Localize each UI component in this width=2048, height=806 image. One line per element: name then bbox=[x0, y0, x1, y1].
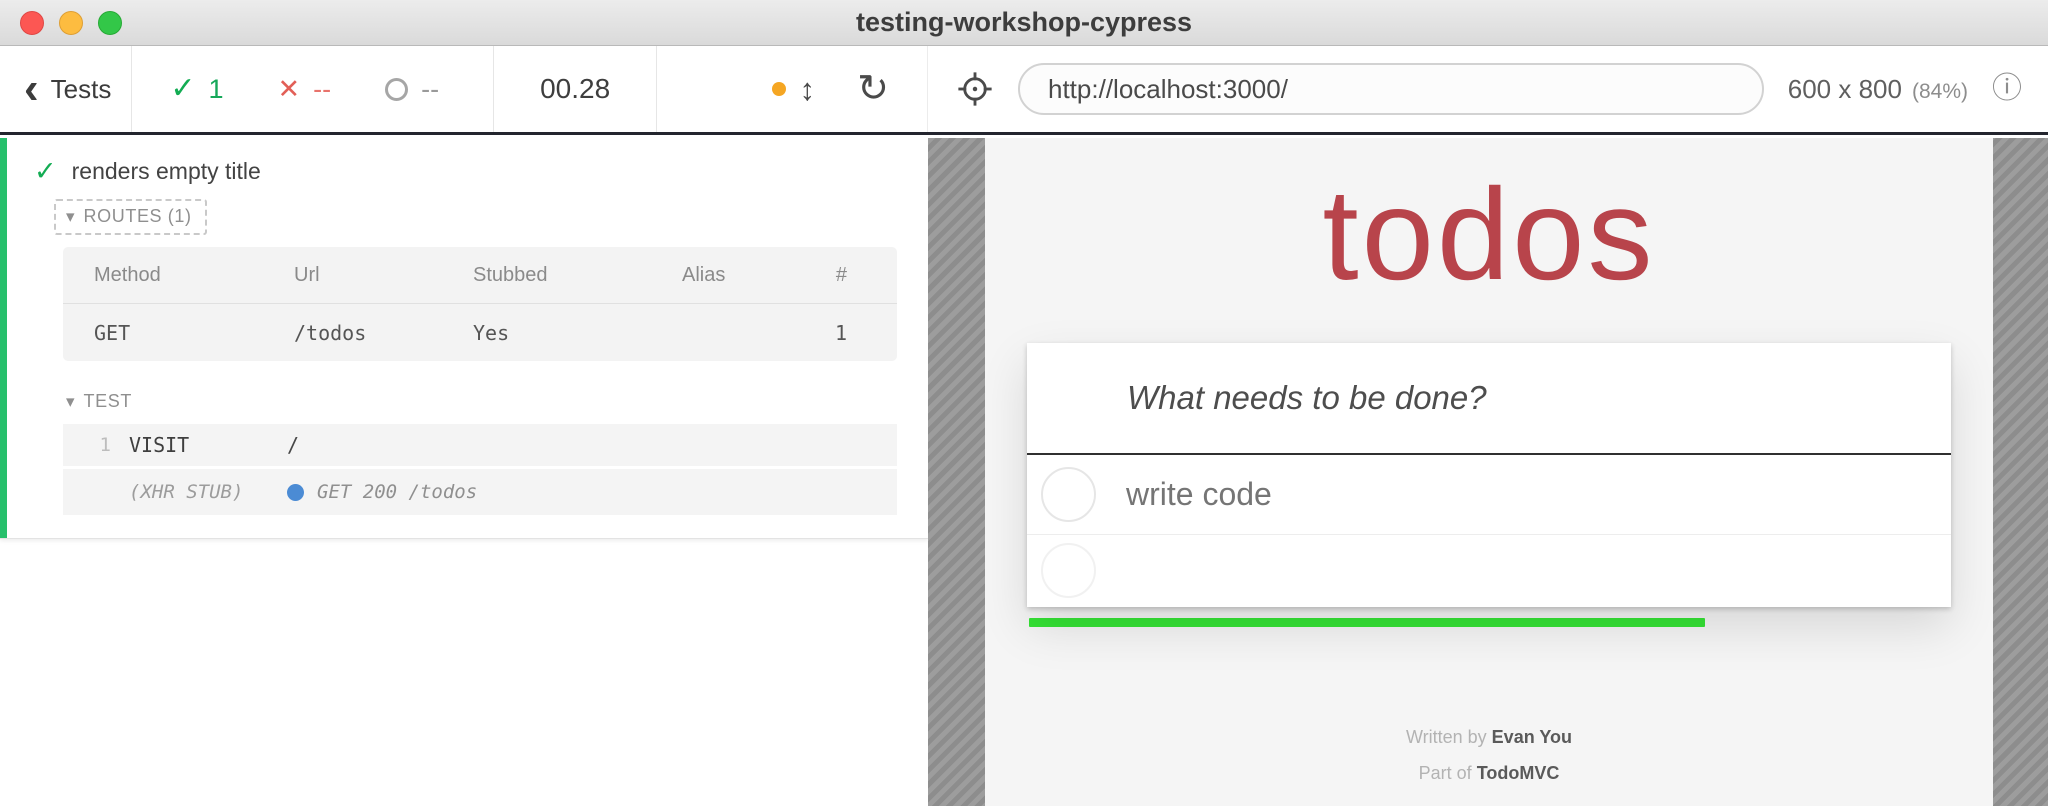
column-count: # bbox=[835, 263, 847, 286]
stat-passed[interactable]: ✓ 1 bbox=[170, 74, 223, 105]
todo-toggle-checkbox[interactable] bbox=[1041, 466, 1096, 522]
passed-count: 1 bbox=[208, 73, 224, 104]
up-down-arrows-icon: ↕ bbox=[799, 71, 816, 107]
pending-count: -- bbox=[421, 73, 440, 104]
progress-bar-track bbox=[1027, 617, 1951, 627]
command-name: (XHR STUB) bbox=[129, 481, 244, 503]
command-visit[interactable]: 1 VISIT / bbox=[63, 424, 897, 466]
test-title: renders empty title bbox=[71, 158, 261, 184]
runner-content: ✓ renders empty title ▾ ROUTES (1) Metho… bbox=[0, 138, 2048, 806]
todo-item: write code bbox=[1027, 455, 1951, 535]
cross-icon: ✕ bbox=[277, 73, 301, 104]
reporter-panel: ✓ renders empty title ▾ ROUTES (1) Metho… bbox=[0, 138, 928, 806]
written-by-label: Written by bbox=[1405, 726, 1487, 747]
aut-viewport: todos write code bbox=[985, 138, 1993, 806]
command-xhr-stub[interactable]: (XHR STUB) GET 200 /todos bbox=[63, 469, 897, 515]
orange-dot-icon bbox=[771, 82, 786, 96]
minimize-window-button[interactable] bbox=[59, 10, 83, 35]
refresh-button[interactable]: ↻ bbox=[857, 70, 889, 108]
command-message: / bbox=[287, 433, 300, 457]
back-label: Tests bbox=[50, 73, 112, 104]
selector-playground-button[interactable] bbox=[956, 70, 994, 108]
failed-count: -- bbox=[313, 73, 332, 104]
macos-titlebar: testing-workshop-cypress bbox=[0, 0, 2048, 46]
runner-toolbar: ‹ Tests ✓ 1 ✕ -- -- 00.28 ↕ ↻ http://loc… bbox=[0, 46, 2048, 135]
routes-table-row: GET /todos Yes 1 bbox=[63, 304, 897, 361]
check-icon: ✓ bbox=[170, 72, 196, 105]
new-todo-input[interactable] bbox=[1027, 342, 1951, 453]
test-result-block: ✓ renders empty title ▾ ROUTES (1) Metho… bbox=[0, 138, 928, 539]
todo-toggle-checkbox[interactable] bbox=[1041, 543, 1096, 598]
viewport-scale: (84%) bbox=[1911, 79, 1968, 103]
fullscreen-window-button[interactable] bbox=[98, 10, 122, 35]
command-message: GET 200 /todos bbox=[317, 481, 478, 503]
column-url: Url bbox=[294, 263, 320, 286]
stat-failed[interactable]: ✕ -- bbox=[278, 74, 332, 105]
test-duration: 00.28 bbox=[540, 73, 611, 104]
routes-header-label: ROUTES (1) bbox=[83, 206, 192, 226]
routes-table: Method Url Stubbed Alias # GET /todos Ye… bbox=[63, 247, 897, 361]
author-name[interactable]: Evan You bbox=[1492, 727, 1572, 747]
todo-label: write code bbox=[1126, 475, 1272, 512]
stat-pending[interactable]: -- bbox=[385, 74, 439, 105]
todos-heading: todos bbox=[1322, 161, 1656, 307]
route-method: GET bbox=[94, 320, 131, 345]
toolbar-divider bbox=[656, 46, 658, 132]
project-name[interactable]: TodoMVC bbox=[1477, 763, 1560, 783]
command-number: 1 bbox=[99, 434, 111, 456]
test-title-row[interactable]: ✓ renders empty title bbox=[0, 158, 928, 185]
viewport-scroll-button[interactable]: ↕ bbox=[771, 71, 816, 107]
back-to-tests-button[interactable]: ‹ Tests bbox=[24, 63, 131, 113]
window-controls bbox=[20, 0, 122, 45]
app-footer: Written by Evan You Part of TodoMVC bbox=[985, 727, 1993, 784]
test-passed-check-icon: ✓ bbox=[34, 156, 57, 186]
pending-circle-icon bbox=[385, 77, 409, 101]
todoapp-card: write code bbox=[1027, 342, 1951, 607]
viewport-info: 600 x 800 (84%) bbox=[1788, 74, 1968, 105]
route-stubbed: Yes bbox=[473, 320, 510, 345]
xhr-indicator-dot-icon bbox=[287, 483, 304, 501]
part-of-label: Part of bbox=[1418, 762, 1472, 783]
aut-toolbar: 600 x 800 (84%) ⓘ bbox=[928, 46, 2048, 132]
app-window: testing-workshop-cypress ‹ Tests ✓ 1 ✕ -… bbox=[0, 0, 2048, 806]
routes-table-header: Method Url Stubbed Alias # bbox=[63, 247, 897, 304]
column-stubbed: Stubbed bbox=[473, 263, 548, 286]
todo-item bbox=[1027, 535, 1951, 607]
reporter-toolbar: ‹ Tests ✓ 1 ✕ -- -- 00.28 ↕ ↻ bbox=[0, 46, 928, 132]
command-name: VISIT bbox=[129, 433, 190, 457]
test-header-label: TEST bbox=[83, 391, 132, 411]
aut-panel: todos write code bbox=[928, 138, 2048, 806]
progress-bar bbox=[1029, 617, 1705, 627]
close-window-button[interactable] bbox=[20, 10, 44, 35]
window-title: testing-workshop-cypress bbox=[855, 7, 1193, 37]
routes-section-toggle[interactable]: ▾ ROUTES (1) bbox=[54, 199, 207, 235]
column-alias: Alias bbox=[682, 263, 726, 286]
test-section-toggle[interactable]: ▾ TEST bbox=[66, 391, 132, 412]
command-log: 1 VISIT / (XHR STUB) GET 200 /todos bbox=[63, 424, 897, 515]
test-stats: ✓ 1 ✕ -- -- bbox=[170, 74, 493, 105]
viewport-size: 600 x 800 bbox=[1787, 73, 1902, 104]
info-icon[interactable]: ⓘ bbox=[1992, 74, 2022, 104]
footer-project-line: Part of TodoMVC bbox=[985, 763, 1993, 784]
chevron-left-icon: ‹ bbox=[24, 63, 39, 113]
caret-down-icon: ▾ bbox=[66, 392, 75, 411]
route-url: /todos bbox=[294, 320, 367, 345]
column-method: Method bbox=[94, 263, 161, 286]
todo-list: write code bbox=[1027, 452, 1951, 607]
caret-down-icon: ▾ bbox=[66, 207, 75, 226]
footer-author-line: Written by Evan You bbox=[985, 727, 1993, 748]
crosshair-icon bbox=[958, 72, 992, 106]
refresh-icon: ↻ bbox=[857, 68, 889, 110]
toolbar-divider bbox=[131, 46, 133, 132]
route-count: 1 bbox=[834, 320, 847, 345]
url-input[interactable] bbox=[1018, 63, 1764, 115]
